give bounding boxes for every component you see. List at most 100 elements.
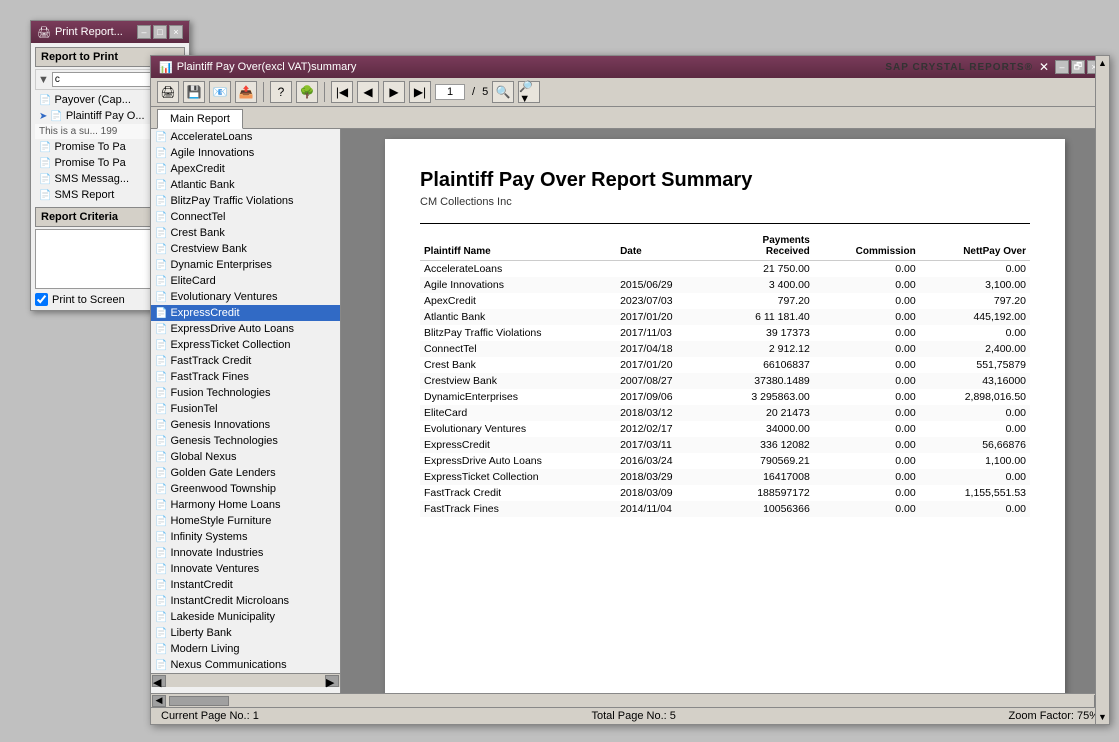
outer-minimize-btn[interactable]: – [137, 25, 151, 39]
left-list-item[interactable]: 📄ExpressCredit [151, 305, 340, 321]
table-row: EliteCard 2018/03/12 20 21473 0.00 0.00 [420, 405, 1030, 421]
left-list-item[interactable]: 📄Golden Gate Lenders [151, 465, 340, 481]
cell-date: 2017/04/18 [616, 341, 710, 357]
nav-next-btn[interactable]: ▶ [383, 81, 405, 103]
left-list-item[interactable]: 📄Infinity Systems [151, 529, 340, 545]
doc-icon: 📄 [50, 111, 62, 122]
scroll-left2-btn[interactable]: ◀ [152, 695, 166, 707]
left-list-item[interactable]: 📄Nexus Communications [151, 657, 340, 673]
left-list-item[interactable]: 📄Crest Bank [151, 225, 340, 241]
left-list-item[interactable]: 📄InstantCredit Microloans [151, 593, 340, 609]
nav-prev-btn[interactable]: ◀ [357, 81, 379, 103]
cell-commission: 0.00 [814, 389, 920, 405]
doc-icon: 📄 [155, 612, 167, 623]
status-total-pages: Total Page No.: 5 [591, 710, 675, 722]
scroll-left-btn[interactable]: ◀ [152, 675, 166, 687]
cell-commission: 0.00 [814, 485, 920, 501]
doc-icon: 📄 [155, 292, 167, 303]
left-list-item[interactable]: 📄Harmony Home Loans [151, 497, 340, 513]
cell-nett: 3,100.00 [920, 277, 1030, 293]
doc-icon: 📄 [155, 500, 167, 511]
doc-icon: 📄 [155, 532, 167, 543]
doc-icon: 📄 [155, 468, 167, 479]
right-scrollbar[interactable]: ▲ ▼ [1095, 129, 1109, 693]
cell-nett: 1,155,551.53 [920, 485, 1030, 501]
doc-icon: 📄 [155, 644, 167, 655]
left-list-item[interactable]: 📄Genesis Innovations [151, 417, 340, 433]
left-panel: 📄AccelerateLoans📄Agile Innovations📄ApexC… [151, 129, 341, 693]
left-list-item[interactable]: 📄Global Nexus [151, 449, 340, 465]
toolbar-btn-3[interactable]: 📧 [209, 81, 231, 103]
cell-commission: 0.00 [814, 357, 920, 373]
left-list-item[interactable]: 📄Innovate Industries [151, 545, 340, 561]
left-list-item[interactable]: 📄InstantCredit [151, 577, 340, 593]
table-row: FastTrack Fines 2014/11/04 10056366 0.00… [420, 501, 1030, 517]
left-list-item[interactable]: 📄ExpressDrive Auto Loans [151, 321, 340, 337]
left-list-item[interactable]: 📄Dynamic Enterprises [151, 257, 340, 273]
doc-icon: 📄 [155, 212, 167, 223]
left-list-item[interactable]: 📄Evolutionary Ventures [151, 289, 340, 305]
cell-date [616, 261, 710, 278]
scroll-right-btn[interactable]: ▶ [325, 675, 339, 687]
outer-close-btn[interactable]: × [169, 25, 183, 39]
left-list-item[interactable]: 📄BlitzPay Traffic Violations [151, 193, 340, 209]
zoom-btn[interactable]: 🔎▼ [518, 81, 540, 103]
doc-icon: 📄 [155, 628, 167, 639]
left-list-item[interactable]: 📄Fusion Technologies [151, 385, 340, 401]
left-list-item[interactable]: 📄Agile Innovations [151, 145, 340, 161]
cell-commission: 0.00 [814, 309, 920, 325]
doc-icon: 📄 [155, 148, 167, 159]
nav-last-btn[interactable]: ▶| [409, 81, 431, 103]
report-title: Plaintiff Pay Over Report Summary [420, 169, 1030, 192]
toolbar-btn-help[interactable]: ? [270, 81, 292, 103]
print-to-screen-checkbox[interactable] [35, 293, 48, 306]
tab-main-report[interactable]: Main Report [157, 109, 243, 129]
table-row: ApexCredit 2023/07/03 797.20 0.00 797.20 [420, 293, 1030, 309]
left-list-item[interactable]: 📄Atlantic Bank [151, 177, 340, 193]
toolbar-btn-4[interactable]: 📤 [235, 81, 257, 103]
left-list-item[interactable]: 📄FastTrack Credit [151, 353, 340, 369]
nav-first-btn[interactable]: |◀ [331, 81, 353, 103]
main-restore-btn[interactable]: 🗗 [1071, 60, 1085, 74]
cell-date: 2012/02/17 [616, 421, 710, 437]
doc-icon: 📄 [39, 190, 51, 201]
report-table: Plaintiff Name Date PaymentsReceived Com… [420, 232, 1030, 517]
cell-plaintiff: FastTrack Credit [420, 485, 616, 501]
page-number-input[interactable] [435, 84, 465, 100]
bottom-scrollbar[interactable]: ◀ ▶ [151, 693, 1109, 707]
toolbar-btn-tree[interactable]: 🌳 [296, 81, 318, 103]
toolbar-btn-1[interactable]: 🖨 [157, 81, 179, 103]
left-list-item[interactable]: 📄ApexCredit [151, 161, 340, 177]
content-area: 📄AccelerateLoans📄Agile Innovations📄ApexC… [151, 129, 1109, 693]
cell-plaintiff: FastTrack Fines [420, 501, 616, 517]
left-list-item[interactable]: 📄Liberty Bank [151, 625, 340, 641]
cell-commission: 0.00 [814, 341, 920, 357]
main-minimize-btn[interactable]: – [1055, 60, 1069, 74]
cell-payments: 2 912.12 [710, 341, 813, 357]
toolbar-btn-2[interactable]: 💾 [183, 81, 205, 103]
left-list-item[interactable]: 📄EliteCard [151, 273, 340, 289]
left-list-item[interactable]: 📄Crestview Bank [151, 241, 340, 257]
col-commission: Commission [814, 232, 920, 261]
left-list-item[interactable]: 📄Greenwood Township [151, 481, 340, 497]
arrow-icon: ➤ [39, 111, 47, 122]
left-scrollbar[interactable]: ◀ ▶ [151, 673, 340, 687]
left-list-item[interactable]: 📄Innovate Ventures [151, 561, 340, 577]
doc-icon: 📄 [155, 564, 167, 575]
left-list-item[interactable]: 📄FusionTel [151, 401, 340, 417]
report-table-body: AccelerateLoans 21 750.00 0.00 0.00 Agil… [420, 261, 1030, 518]
left-list-item[interactable]: 📄ConnectTel [151, 209, 340, 225]
left-list-item[interactable]: 📄HomeStyle Furniture [151, 513, 340, 529]
left-list-item[interactable]: 📄AccelerateLoans [151, 129, 340, 145]
left-list-item[interactable]: 📄FastTrack Fines [151, 369, 340, 385]
doc-icon: 📄 [155, 452, 167, 463]
cell-plaintiff: EliteCard [420, 405, 616, 421]
left-list-item[interactable]: 📄ExpressTicket Collection [151, 337, 340, 353]
left-list-item[interactable]: 📄Lakeside Municipality [151, 609, 340, 625]
cell-plaintiff: ExpressCredit [420, 437, 616, 453]
outer-maximize-btn[interactable]: □ [153, 25, 167, 39]
left-list-item[interactable]: 📄Genesis Technologies [151, 433, 340, 449]
search-btn[interactable]: 🔍 [492, 81, 514, 103]
left-list-item[interactable]: 📄Modern Living [151, 641, 340, 657]
cell-date: 2014/11/04 [616, 501, 710, 517]
